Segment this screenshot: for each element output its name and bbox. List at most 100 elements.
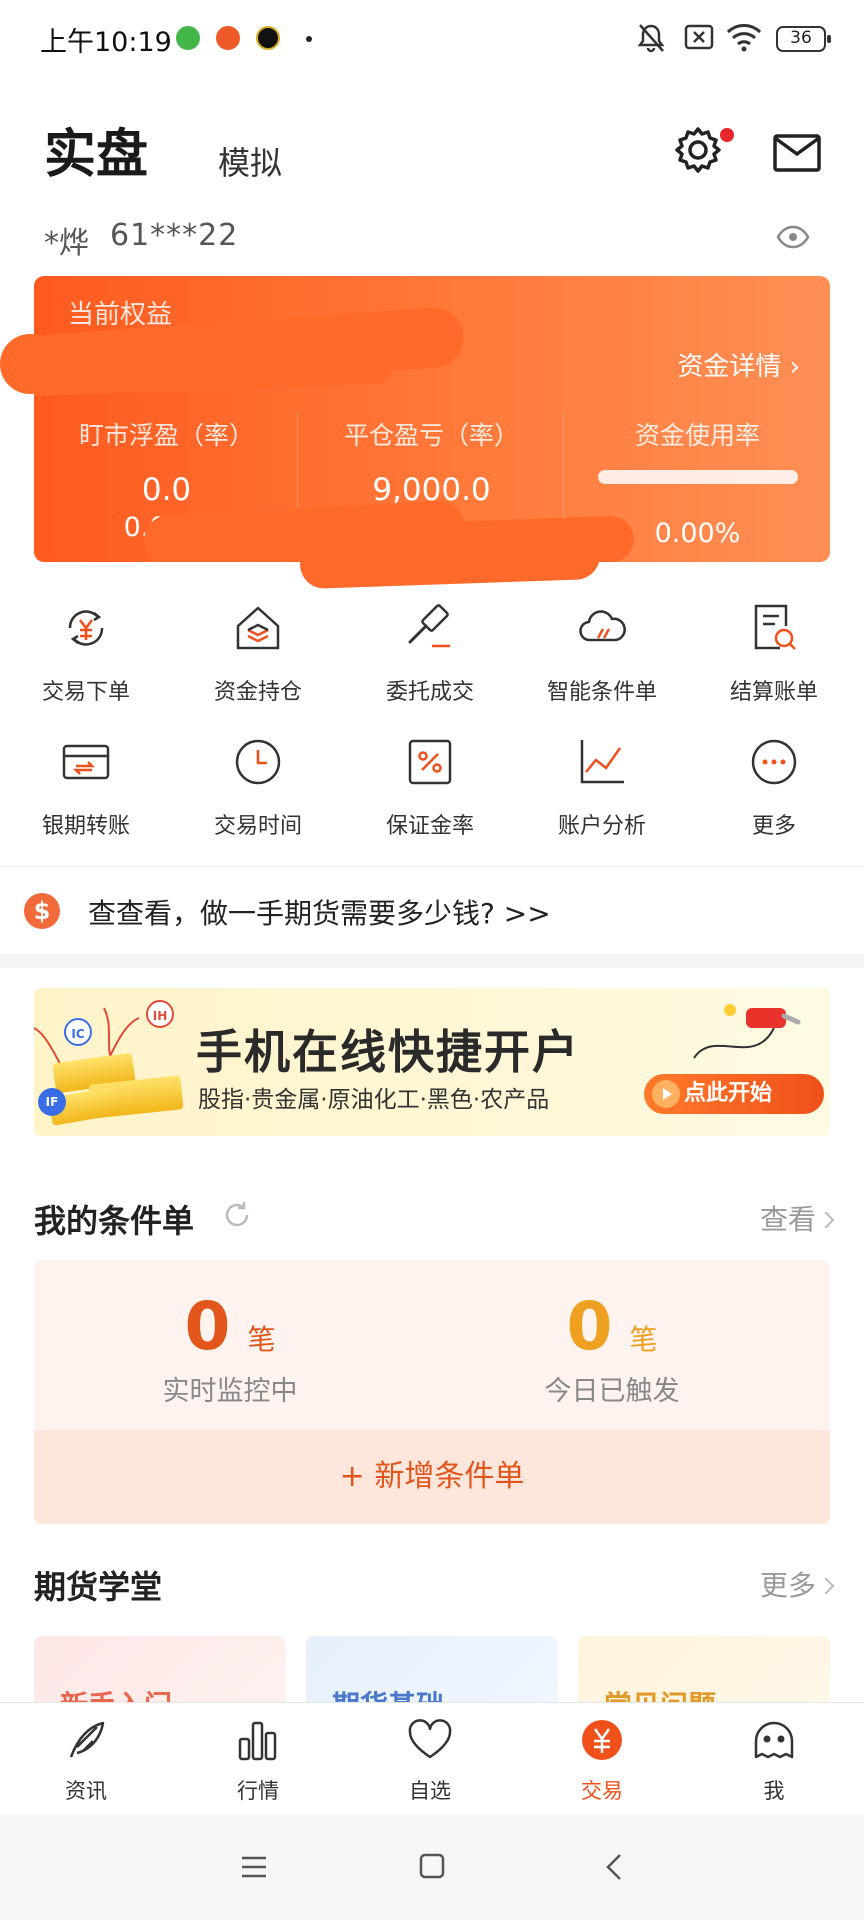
- equity-title: 当前权益: [68, 300, 173, 330]
- line-chart-icon: [580, 740, 624, 784]
- triggered-unit: 笔: [629, 1323, 658, 1356]
- grid-item-trading-hours[interactable]: 交易时间: [172, 734, 344, 840]
- grid-label: 资金持仓: [213, 680, 302, 705]
- account-number: 61***22: [110, 218, 239, 253]
- banner-title: 手机在线快捷开户: [196, 1025, 580, 1079]
- gear-icon[interactable]: [672, 124, 724, 176]
- grid-item-orders-fills[interactable]: 委托成交: [344, 600, 516, 706]
- home-icon[interactable]: [418, 1852, 446, 1880]
- grid-item-funds-positions[interactable]: 资金持仓: [172, 600, 344, 706]
- dollar-icon: $: [24, 893, 60, 929]
- card-transfer-icon: [62, 744, 110, 780]
- android-app-icon: [176, 26, 200, 50]
- nav-label: 自选: [409, 1779, 451, 1803]
- grid-label: 智能条件单: [546, 680, 657, 705]
- card-divider: [563, 412, 564, 532]
- nav-label: 资讯: [65, 1779, 107, 1803]
- school-title: 期货学堂: [34, 1568, 163, 1606]
- monitoring-label: 实时监控中: [162, 1376, 298, 1407]
- banner-subtitle: 股指·贵金属·原油化工·黑色·农产品: [198, 1087, 550, 1113]
- wifi-icon: [726, 24, 762, 52]
- divider: [0, 866, 864, 867]
- percent-icon: [408, 739, 452, 785]
- floating-pnl-label: 盯市浮盈（率）: [78, 421, 254, 450]
- conditions-panel: 0 笔 实时监控中 0 笔 今日已触发 + 新增条件单: [34, 1260, 830, 1524]
- feather-icon: [69, 1721, 105, 1758]
- bottom-nav: 资讯 行情 自选 交易 我: [0, 1702, 864, 1814]
- nav-label: 交易: [581, 1779, 623, 1803]
- monitoring-stat[interactable]: 0 笔 实时监控中: [40, 1288, 420, 1408]
- refresh-icon[interactable]: [222, 1200, 252, 1230]
- grid-label: 结算账单: [729, 680, 818, 705]
- fuel-nozzle-illustration: [693, 1004, 801, 1059]
- nav-news[interactable]: 资讯: [0, 1717, 172, 1805]
- status-time: 上午10:19: [40, 27, 172, 58]
- tag-bubble: IH: [146, 1000, 174, 1028]
- more-notifications-dot: [306, 36, 312, 42]
- bar-chart-icon: [238, 1721, 277, 1761]
- grid-item-settlement-bill[interactable]: 结算账单: [688, 600, 860, 706]
- cloud-icon: [579, 610, 626, 642]
- fund-detail-link[interactable]: 资金详情 ›: [677, 346, 800, 383]
- conditions-title: 我的条件单: [34, 1202, 195, 1240]
- grid-item-bank-transfer[interactable]: 银期转账: [0, 734, 172, 840]
- menu-icon[interactable]: [240, 1854, 268, 1880]
- grid-label: 交易时间: [213, 814, 302, 839]
- section-gap: [0, 954, 864, 968]
- monitoring-unit: 笔: [247, 1323, 276, 1356]
- grid-item-smart-conditions[interactable]: 智能条件单: [516, 600, 688, 706]
- grid-item-trade-order[interactable]: 交易下单: [0, 600, 172, 706]
- margin-calculator-link[interactable]: 查查看，做一手期货需要多少钱? >>: [88, 892, 551, 932]
- nav-market[interactable]: 行情: [172, 1717, 344, 1805]
- grid-label: 更多: [751, 814, 796, 839]
- redaction-scribble: [0, 334, 60, 394]
- usage-rate-bar: [598, 470, 798, 484]
- start-button-label: 点此开始: [684, 1081, 773, 1106]
- status-bar: 上午10:19 36: [0, 0, 864, 78]
- nav-trade[interactable]: 交易: [516, 1717, 688, 1805]
- grid-label: 交易下单: [41, 680, 130, 705]
- gavel-icon: [408, 604, 450, 648]
- grid-item-more[interactable]: 更多: [688, 734, 860, 840]
- bill-search-icon: [754, 604, 796, 650]
- equity-card[interactable]: 当前权益 资金详情 › 盯市浮盈（率） 0.0 0.00% 平仓盈亏（率） 9,…: [34, 276, 830, 562]
- triggered-count: 0: [566, 1288, 613, 1365]
- tag-bubble: IF: [38, 1088, 66, 1116]
- triggered-stat[interactable]: 0 笔 今日已触发: [422, 1288, 802, 1408]
- clock-icon: [235, 739, 281, 785]
- face-icon: [754, 1721, 794, 1759]
- mail-icon[interactable]: [772, 130, 822, 176]
- nav-label: 行情: [237, 1779, 279, 1803]
- eye-icon[interactable]: [776, 224, 810, 250]
- nav-watchlist[interactable]: 自选: [344, 1717, 516, 1805]
- nav-me[interactable]: 我: [688, 1717, 860, 1805]
- grid-item-account-analysis[interactable]: 账户分析: [516, 734, 688, 840]
- grid-label: 账户分析: [557, 814, 646, 839]
- add-condition-button[interactable]: + 新增条件单: [34, 1430, 830, 1524]
- usage-rate-label: 资金使用率: [634, 421, 760, 450]
- grid-label: 保证金率: [385, 814, 474, 839]
- nav-label: 我: [763, 1779, 785, 1803]
- grid-label: 银期转账: [41, 814, 130, 839]
- tab-simulated[interactable]: 模拟: [218, 138, 282, 184]
- back-icon[interactable]: [604, 1852, 624, 1882]
- yuan-circle-icon: [582, 1720, 622, 1760]
- account-name: *烨: [44, 226, 89, 261]
- chevron-right-icon: [817, 1211, 835, 1229]
- battery-icon: 36: [776, 26, 831, 52]
- play-icon: [652, 1080, 680, 1108]
- grid-item-margin-rate[interactable]: 保证金率: [344, 734, 516, 840]
- school-more-link[interactable]: 更多: [760, 1564, 816, 1604]
- conditions-view-link[interactable]: 查看: [760, 1198, 816, 1238]
- start-button[interactable]: 点此开始: [644, 1074, 824, 1114]
- system-navigation-bar: [0, 1814, 864, 1920]
- trading-page: 上午10:19 36 实盘 模拟 *烨 61***22 当前权益 资金详情 › …: [0, 0, 864, 1920]
- sim-off-icon: [684, 24, 714, 50]
- redaction-scribble: [299, 530, 601, 590]
- game-app-icon: [256, 26, 280, 50]
- tab-real[interactable]: 实盘: [44, 112, 148, 187]
- chevron-right-icon: [817, 1577, 835, 1595]
- open-account-banner[interactable]: IC IH IF 手机在线快捷开户 股指·贵金属·原油化工·黑色·农产品 点此开…: [34, 988, 830, 1136]
- heart-icon: [408, 1719, 452, 1759]
- yuan-exchange-icon: [68, 610, 104, 646]
